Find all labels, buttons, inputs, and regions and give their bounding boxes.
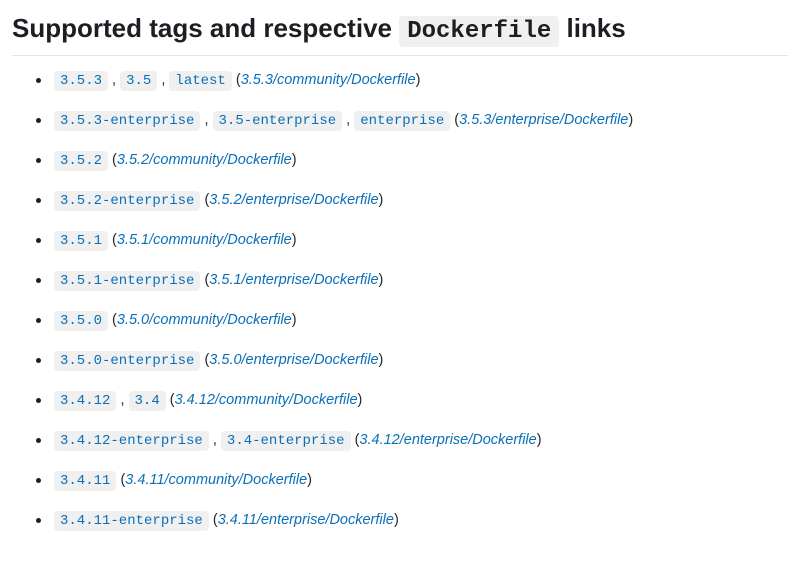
paren-close: ) [358, 392, 363, 408]
list-item: 3.5.0 (3.5.0/community/Dockerfile) [54, 310, 788, 332]
list-item: 3.4.11 (3.4.11/community/Dockerfile) [54, 470, 788, 492]
list-item: 3.5.2 (3.5.2/community/Dockerfile) [54, 150, 788, 172]
tag-link[interactable]: 3.5.2-enterprise [54, 191, 200, 211]
list-item: 3.5.3 , 3.5 , latest (3.5.3/community/Do… [54, 70, 788, 92]
dockerfile-link[interactable]: 3.5.0/enterprise/Dockerfile [209, 352, 378, 368]
tag-link[interactable]: 3.4 [129, 391, 166, 411]
tag-list: 3.5.3 , 3.5 , latest (3.5.3/community/Do… [12, 70, 788, 532]
paren-open: ( [232, 72, 241, 88]
paren-open: ( [450, 112, 459, 128]
list-item: 3.5.2-enterprise (3.5.2/enterprise/Docke… [54, 190, 788, 212]
tag-link[interactable]: 3.4.11 [54, 471, 116, 491]
tag-link[interactable]: 3.5.3 [54, 71, 108, 91]
paren-open: ( [108, 312, 117, 328]
paren-open: ( [108, 232, 117, 248]
dockerfile-link[interactable]: 3.4.11/community/Dockerfile [125, 472, 307, 488]
paren-close: ) [416, 72, 421, 88]
tag-link[interactable]: 3.4-enterprise [221, 431, 351, 451]
page-title: Supported tags and respective Dockerfile… [12, 12, 788, 56]
list-item: 3.5.0-enterprise (3.5.0/enterprise/Docke… [54, 350, 788, 372]
tag-link[interactable]: latest [169, 71, 231, 91]
paren-open: ( [116, 472, 125, 488]
paren-open: ( [200, 192, 209, 208]
paren-open: ( [108, 152, 117, 168]
dockerfile-link[interactable]: 3.4.11/enterprise/Dockerfile [218, 512, 394, 528]
paren-close: ) [292, 152, 297, 168]
tag-link[interactable]: 3.5-enterprise [213, 111, 343, 131]
paren-close: ) [537, 432, 542, 448]
paren-close: ) [379, 192, 384, 208]
dockerfile-link[interactable]: 3.5.3/enterprise/Dockerfile [459, 112, 628, 128]
heading-text-before: Supported tags and respective [12, 13, 399, 43]
list-item: 3.5.1 (3.5.1/community/Dockerfile) [54, 230, 788, 252]
heading-code: Dockerfile [399, 16, 559, 47]
tag-link[interactable]: 3.5.0-enterprise [54, 351, 200, 371]
paren-close: ) [379, 352, 384, 368]
dockerfile-link[interactable]: 3.5.2/enterprise/Dockerfile [209, 192, 378, 208]
paren-open: ( [166, 392, 175, 408]
dockerfile-link[interactable]: 3.4.12/enterprise/Dockerfile [359, 432, 536, 448]
separator: , [209, 432, 221, 448]
paren-open: ( [200, 352, 209, 368]
list-item: 3.4.12-enterprise , 3.4-enterprise (3.4.… [54, 430, 788, 452]
dockerfile-link[interactable]: 3.5.3/community/Dockerfile [241, 72, 416, 88]
separator: , [108, 72, 120, 88]
tag-link[interactable]: 3.5.2 [54, 151, 108, 171]
tag-link[interactable]: 3.4.11-enterprise [54, 511, 209, 531]
tag-link[interactable]: 3.5.1-enterprise [54, 271, 200, 291]
separator: , [116, 392, 128, 408]
paren-close: ) [292, 232, 297, 248]
separator: , [342, 112, 354, 128]
paren-close: ) [292, 312, 297, 328]
dockerfile-link[interactable]: 3.5.2/community/Dockerfile [117, 152, 292, 168]
tag-link[interactable]: 3.5.1 [54, 231, 108, 251]
paren-close: ) [628, 112, 633, 128]
dockerfile-link[interactable]: 3.5.1/enterprise/Dockerfile [209, 272, 378, 288]
dockerfile-link[interactable]: 3.5.0/community/Dockerfile [117, 312, 292, 328]
tag-link[interactable]: 3.4.12-enterprise [54, 431, 209, 451]
tag-link[interactable]: 3.5.0 [54, 311, 108, 331]
list-item: 3.4.12 , 3.4 (3.4.12/community/Dockerfil… [54, 390, 788, 412]
paren-close: ) [379, 272, 384, 288]
paren-close: ) [394, 512, 399, 528]
separator: , [200, 112, 212, 128]
tag-link[interactable]: 3.5.3-enterprise [54, 111, 200, 131]
list-item: 3.5.1-enterprise (3.5.1/enterprise/Docke… [54, 270, 788, 292]
separator: , [157, 72, 169, 88]
list-item: 3.5.3-enterprise , 3.5-enterprise , ente… [54, 110, 788, 132]
tag-link[interactable]: 3.5 [120, 71, 157, 91]
dockerfile-link[interactable]: 3.5.1/community/Dockerfile [117, 232, 292, 248]
paren-close: ) [307, 472, 312, 488]
list-item: 3.4.11-enterprise (3.4.11/enterprise/Doc… [54, 510, 788, 532]
paren-open: ( [209, 512, 218, 528]
tag-link[interactable]: 3.4.12 [54, 391, 116, 411]
tag-link[interactable]: enterprise [354, 111, 450, 131]
heading-text-after: links [559, 13, 625, 43]
dockerfile-link[interactable]: 3.4.12/community/Dockerfile [175, 392, 358, 408]
paren-open: ( [200, 272, 209, 288]
